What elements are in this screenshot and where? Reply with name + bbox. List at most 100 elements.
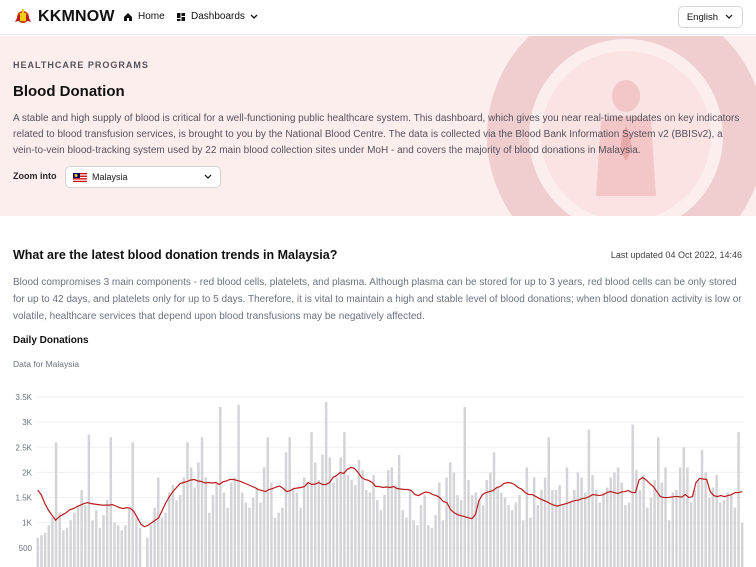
daily-donation-bar[interactable] <box>251 497 255 567</box>
daily-donation-bar[interactable] <box>58 512 61 567</box>
daily-donation-bar[interactable] <box>219 407 222 567</box>
daily-donation-bar[interactable] <box>167 492 171 567</box>
daily-donation-bar[interactable] <box>339 457 342 567</box>
daily-donation-bar[interactable] <box>197 462 200 567</box>
daily-donation-bar[interactable] <box>405 517 408 567</box>
daily-donation-bar[interactable] <box>160 517 164 567</box>
daily-donation-bar[interactable] <box>423 495 426 567</box>
daily-donation-bar[interactable] <box>467 479 470 567</box>
daily-donation-bar[interactable] <box>511 510 514 567</box>
daily-donation-bar[interactable] <box>204 477 207 567</box>
daily-donation-bar[interactable] <box>149 525 153 567</box>
daily-donation-bar[interactable] <box>328 457 332 567</box>
daily-donation-bar[interactable] <box>47 525 51 567</box>
daily-donation-bar[interactable] <box>722 500 726 567</box>
daily-donation-bar[interactable] <box>609 477 613 567</box>
daily-donation-bar[interactable] <box>518 495 521 567</box>
daily-donation-bar[interactable] <box>729 495 733 567</box>
daily-donation-bar[interactable] <box>412 520 415 567</box>
daily-donation-bar[interactable] <box>379 510 383 567</box>
daily-donation-bar[interactable] <box>397 454 401 567</box>
daily-donation-bar[interactable] <box>288 437 291 567</box>
daily-donation-bar[interactable] <box>459 500 463 567</box>
daily-donation-bar[interactable] <box>569 502 572 567</box>
daily-donation-bar[interactable] <box>262 467 266 567</box>
daily-donation-bar[interactable] <box>448 462 452 567</box>
daily-donation-bar[interactable] <box>43 532 47 567</box>
daily-donation-bar[interactable] <box>726 492 729 567</box>
daily-donation-bar[interactable] <box>445 477 448 567</box>
daily-donation-bar[interactable] <box>303 477 306 567</box>
daily-donation-bar[interactable] <box>605 487 609 567</box>
daily-donation-bar[interactable] <box>678 467 682 567</box>
daily-donation-bar[interactable] <box>430 527 434 567</box>
daily-donation-bar[interactable] <box>98 527 102 567</box>
daily-donation-bar[interactable] <box>361 469 364 567</box>
daily-donation-bar[interactable] <box>576 472 580 567</box>
daily-donation-bar[interactable] <box>675 490 678 567</box>
daily-donation-bar[interactable] <box>686 467 689 567</box>
daily-donation-bar[interactable] <box>124 525 127 567</box>
daily-donation-bar[interactable] <box>584 492 587 567</box>
daily-donation-bar[interactable] <box>642 474 645 567</box>
daily-donation-bar[interactable] <box>496 487 499 567</box>
daily-donation-bar[interactable] <box>740 522 744 567</box>
daily-donation-bar[interactable] <box>401 510 405 567</box>
daily-donation-bar[interactable] <box>525 467 529 567</box>
daily-donation-bar[interactable] <box>65 527 69 567</box>
daily-donation-bar[interactable] <box>598 502 602 567</box>
daily-donation-bar[interactable] <box>91 520 94 567</box>
daily-donation-bar[interactable] <box>321 454 324 567</box>
daily-donation-bar[interactable] <box>135 517 138 567</box>
daily-donation-bar[interactable] <box>540 490 543 567</box>
daily-donation-bar[interactable] <box>87 434 91 567</box>
daily-donation-bar[interactable] <box>474 492 477 567</box>
daily-donation-bar[interactable] <box>463 407 467 567</box>
daily-donation-bar[interactable] <box>266 437 269 567</box>
daily-donation-bar[interactable] <box>157 477 160 567</box>
daily-donation-bar[interactable] <box>178 495 182 567</box>
nav-home[interactable]: Home <box>123 11 165 22</box>
daily-donation-bar[interactable] <box>507 505 510 567</box>
daily-donation-bar[interactable] <box>478 500 481 567</box>
daily-donation-bar[interactable] <box>434 515 437 567</box>
daily-donation-bar[interactable] <box>284 452 288 567</box>
daily-donation-bar[interactable] <box>306 482 310 567</box>
daily-donation-bar[interactable] <box>649 497 653 567</box>
daily-donation-bar[interactable] <box>292 487 295 567</box>
daily-donation-bar[interactable] <box>521 520 525 567</box>
daily-donation-bar[interactable] <box>343 432 346 567</box>
daily-donation-bar[interactable] <box>419 505 423 567</box>
daily-donation-bar[interactable] <box>116 525 120 567</box>
daily-donation-bar[interactable] <box>602 492 605 567</box>
daily-donation-bar[interactable] <box>109 437 113 567</box>
zoom-state-select[interactable]: Malaysia <box>65 166 221 188</box>
daily-donation-bar[interactable] <box>624 505 627 567</box>
daily-donation-bar[interactable] <box>193 487 196 567</box>
daily-donation-bar[interactable] <box>664 467 667 567</box>
daily-donation-bar[interactable] <box>164 512 167 567</box>
daily-donation-bar[interactable] <box>529 517 532 567</box>
daily-donation-bar[interactable] <box>138 527 142 567</box>
daily-donation-bar[interactable] <box>386 469 390 567</box>
daily-donation-bar[interactable] <box>627 502 631 567</box>
daily-donation-bar[interactable] <box>299 507 302 567</box>
daily-donation-bar[interactable] <box>438 482 441 567</box>
daily-donation-bar[interactable] <box>667 520 671 567</box>
daily-donation-bar[interactable] <box>354 485 357 567</box>
daily-donation-bar[interactable] <box>500 492 503 567</box>
daily-donation-bar[interactable] <box>646 507 649 567</box>
daily-donation-bar[interactable] <box>346 474 350 567</box>
daily-donation-bar[interactable] <box>208 512 211 567</box>
daily-donation-bar[interactable] <box>532 477 536 567</box>
daily-donation-bar[interactable] <box>332 482 335 567</box>
daily-donation-bar[interactable] <box>580 477 583 567</box>
daily-donation-bar[interactable] <box>233 477 237 567</box>
daily-donation-bar[interactable] <box>120 530 123 567</box>
daily-donation-bar[interactable] <box>270 482 273 567</box>
language-select[interactable]: English <box>677 6 743 28</box>
daily-donation-bar[interactable] <box>587 429 591 567</box>
daily-donation-bar[interactable] <box>704 472 707 567</box>
daily-donation-bar[interactable] <box>657 437 660 567</box>
daily-donation-bar[interactable] <box>259 502 262 567</box>
